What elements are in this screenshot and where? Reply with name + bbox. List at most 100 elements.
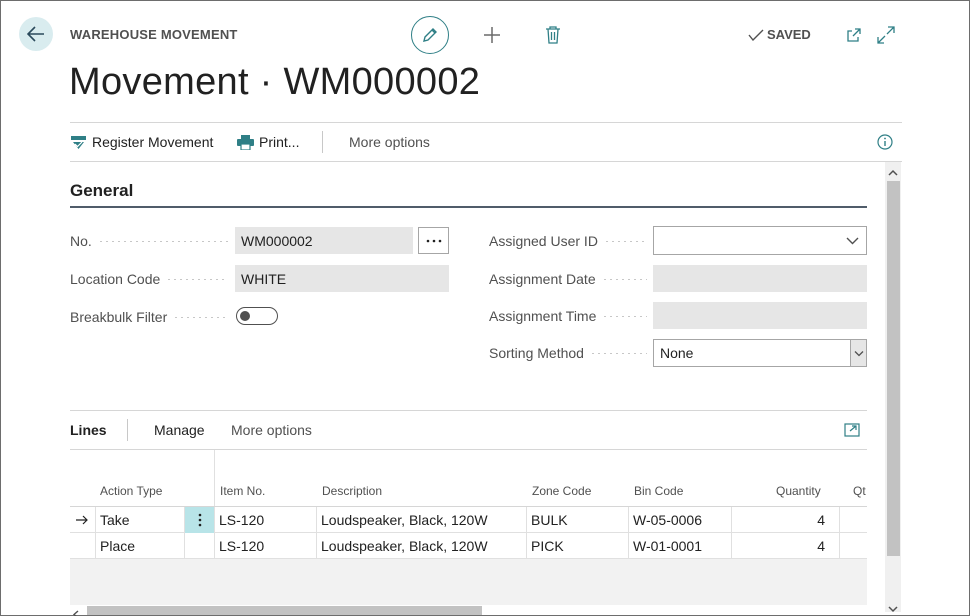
saved-status: SAVED [748, 27, 811, 42]
cell-action-type[interactable]: Take [95, 507, 184, 533]
column-header-action-type[interactable]: Action Type [100, 484, 162, 498]
lines-more-options-button[interactable]: More options [231, 422, 312, 438]
lines-expand-button[interactable] [844, 423, 860, 437]
sorting-method-value: None [660, 345, 694, 361]
expand-button[interactable] [874, 23, 898, 47]
info-icon [877, 134, 893, 150]
cell-quantity[interactable]: 4 [731, 533, 839, 559]
vertical-scrollbar-thumb[interactable] [887, 181, 900, 556]
edit-button[interactable] [411, 16, 449, 54]
print-label: Print... [259, 134, 300, 150]
assignment-time-field [653, 302, 867, 329]
delete-button[interactable] [541, 23, 565, 47]
caret-down-icon [888, 606, 898, 613]
column-header-zone-code[interactable]: Zone Code [532, 484, 591, 498]
lines-section-title[interactable]: Lines [70, 422, 107, 438]
breakbulk-filter-label-text: Breakbulk Filter [70, 309, 168, 325]
plus-icon [484, 27, 500, 43]
back-button[interactable] [19, 17, 53, 51]
lines-top-divider [70, 410, 867, 411]
sorting-method-label-text: Sorting Method [489, 345, 584, 361]
cell-description[interactable]: Loudspeaker, Black, 120W [316, 533, 526, 559]
open-in-new-window-icon [844, 423, 860, 437]
page-title: Movement · WM000002 [69, 61, 481, 103]
lines-bar-separator [127, 419, 128, 441]
more-options-label: More options [349, 134, 430, 150]
cell-description[interactable]: Loudspeaker, Black, 120W [316, 507, 526, 533]
cell-bin-code[interactable]: W-01-0001 [628, 533, 731, 559]
arrow-left-icon [27, 26, 44, 42]
lines-manage-button[interactable]: Manage [154, 422, 205, 438]
assigned-user-id-field-label: Assigned User ID [489, 233, 647, 249]
location-code-label-text: Location Code [70, 271, 161, 287]
expand-icon [877, 26, 895, 44]
column-header-bin-code[interactable]: Bin Code [634, 484, 683, 498]
cell-item-no[interactable]: LS-120 [214, 507, 316, 533]
caret-up-icon [888, 169, 898, 176]
table-row[interactable]: Take LS-120 Loudspeaker, Black, 120W BUL… [70, 507, 867, 533]
more-options-button[interactable]: More options [349, 134, 430, 150]
cell-action-type[interactable]: Place [95, 533, 184, 559]
sorting-method-field-label: Sorting Method [489, 345, 647, 361]
arrow-right-icon [76, 515, 88, 525]
cell-item-no[interactable]: LS-120 [214, 533, 316, 559]
checkmark-icon [748, 29, 764, 41]
cell-zone-code[interactable]: PICK [526, 533, 628, 559]
sorting-method-dropdown-button[interactable] [850, 340, 866, 366]
print-button[interactable]: Print... [237, 134, 299, 150]
location-code-field-label: Location Code [70, 271, 228, 287]
assignment-time-label-text: Assignment Time [489, 308, 597, 324]
more-vertical-icon [198, 513, 201, 527]
cell-quantity[interactable]: 4 [731, 507, 839, 533]
register-movement-button[interactable]: Register Movement [70, 134, 213, 150]
row-selector[interactable] [70, 507, 95, 533]
action-bar-separator [322, 131, 323, 153]
action-bar-top-divider [70, 122, 902, 123]
cell-zone-code[interactable]: BULK [526, 507, 628, 533]
sorting-method-select[interactable]: None [653, 339, 867, 367]
assignment-time-field-label: Assignment Time [489, 308, 647, 324]
chevron-down-icon [846, 237, 859, 245]
caret-left-icon [72, 610, 79, 616]
breakbulk-filter-field-label: Breakbulk Filter [70, 309, 228, 325]
action-bar-bottom-divider [70, 161, 902, 162]
column-header-quantity[interactable]: Quantity [776, 484, 821, 498]
column-header-qty-truncated[interactable]: Qt [853, 484, 867, 498]
cell-bin-code[interactable]: W-05-0006 [628, 507, 731, 533]
lines-grid-header [70, 450, 867, 506]
row-actions-button[interactable] [184, 507, 214, 533]
horizontal-scrollbar-thumb[interactable] [87, 606, 482, 615]
page-caption: WAREHOUSE MOVEMENT [70, 27, 238, 42]
assignment-date-field-label: Assignment Date [489, 271, 647, 287]
row-selector[interactable] [70, 533, 95, 559]
info-button[interactable] [877, 134, 893, 150]
no-assist-button[interactable] [418, 227, 449, 254]
location-code-value: WHITE [241, 270, 287, 287]
scroll-left-button[interactable] [72, 606, 82, 616]
assignment-date-label-text: Assignment Date [489, 271, 596, 287]
general-section-title[interactable]: General [70, 181, 133, 201]
chevron-down-icon [854, 350, 863, 356]
table-row[interactable]: Place LS-120 Loudspeaker, Black, 120W PI… [70, 533, 867, 559]
new-button[interactable] [480, 23, 504, 47]
cell-qty-truncated[interactable] [839, 533, 867, 559]
assigned-user-id-label-text: Assigned User ID [489, 233, 598, 249]
pencil-icon [423, 28, 437, 42]
no-field-value: WM000002 [241, 232, 313, 249]
column-header-description[interactable]: Description [322, 484, 382, 498]
printer-icon [237, 134, 254, 150]
column-header-item-no[interactable]: Item No. [220, 484, 265, 498]
scroll-up-button[interactable] [887, 165, 899, 176]
open-new-window-button[interactable] [842, 23, 866, 47]
cell-qty-truncated[interactable] [839, 507, 867, 533]
ellipsis-icon [426, 239, 441, 242]
assigned-user-id-dropdown[interactable] [653, 226, 867, 255]
register-icon [71, 136, 86, 149]
assignment-date-field [653, 265, 867, 292]
location-code-field[interactable]: WHITE [235, 265, 449, 292]
row-actions-cell[interactable] [184, 533, 214, 559]
general-section-rule [70, 206, 867, 208]
scroll-down-button[interactable] [887, 601, 899, 613]
no-field[interactable]: WM000002 [235, 227, 413, 254]
breakbulk-filter-toggle[interactable] [236, 307, 278, 325]
